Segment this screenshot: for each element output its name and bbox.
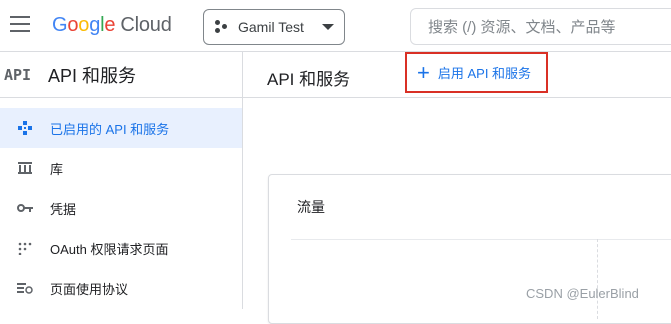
sidebar: API API 和服务 已启用的 API 和服务 库 凭据 OAuth 权限请求… bbox=[0, 52, 243, 309]
sidebar-item-label: 页面使用协议 bbox=[50, 281, 129, 297]
api-diamond-icon bbox=[0, 121, 50, 135]
divider bbox=[291, 239, 671, 240]
sidebar-item-label: 库 bbox=[50, 161, 64, 177]
key-icon bbox=[0, 203, 50, 213]
sidebar-item-label: OAuth 权限请求页面 bbox=[50, 241, 169, 257]
hamburger-menu-icon[interactable] bbox=[10, 16, 32, 36]
search-placeholder: 搜索 (/) 资源、文档、产品等 bbox=[428, 19, 616, 36]
project-name: Gamil Test bbox=[238, 19, 304, 35]
sidebar-item-library[interactable]: 库 bbox=[0, 148, 242, 188]
sidebar-item-label: 已启用的 API 和服务 bbox=[50, 121, 170, 137]
api-logo-icon: API bbox=[4, 65, 32, 84]
sidebar-title: API 和服务 bbox=[48, 65, 137, 86]
sidebar-item-credentials[interactable]: 凭据 bbox=[0, 188, 242, 228]
sidebar-item-label: 凭据 bbox=[50, 201, 77, 217]
oauth-dots-icon bbox=[0, 241, 50, 255]
sidebar-item-enabled-apis[interactable]: 已启用的 API 和服务 bbox=[0, 108, 242, 148]
sidebar-item-oauth-consent[interactable]: OAuth 权限请求页面 bbox=[0, 228, 242, 268]
chart-gridline bbox=[597, 239, 598, 319]
enable-apis-button[interactable]: + 启用 API 和服务 bbox=[405, 52, 548, 93]
plus-icon: + bbox=[417, 59, 430, 85]
card-title: 流量 bbox=[297, 199, 325, 215]
settings-list-icon bbox=[0, 282, 50, 294]
main-header: API 和服务 + 启用 API 和服务 bbox=[243, 52, 671, 98]
library-icon bbox=[0, 162, 50, 174]
google-cloud-logo[interactable]: Google Cloud bbox=[52, 14, 172, 37]
page-title: API 和服务 bbox=[267, 70, 351, 89]
enable-apis-label: 启用 API 和服务 bbox=[437, 66, 532, 81]
search-input[interactable]: 搜索 (/) 资源、文档、产品等 bbox=[410, 8, 671, 45]
sidebar-header: API API 和服务 bbox=[0, 52, 242, 98]
chevron-down-icon bbox=[322, 24, 334, 30]
watermark: CSDN @EulerBlind bbox=[526, 286, 639, 301]
project-selector-button[interactable]: Gamil Test bbox=[203, 9, 345, 45]
sidebar-item-page-usage-agreement[interactable]: 页面使用协议 bbox=[0, 268, 242, 308]
traffic-card: 流量 bbox=[268, 174, 671, 324]
top-bar: Google Cloud Gamil Test 搜索 (/) 资源、文档、产品等 bbox=[0, 0, 671, 52]
project-dots-icon bbox=[214, 19, 230, 35]
